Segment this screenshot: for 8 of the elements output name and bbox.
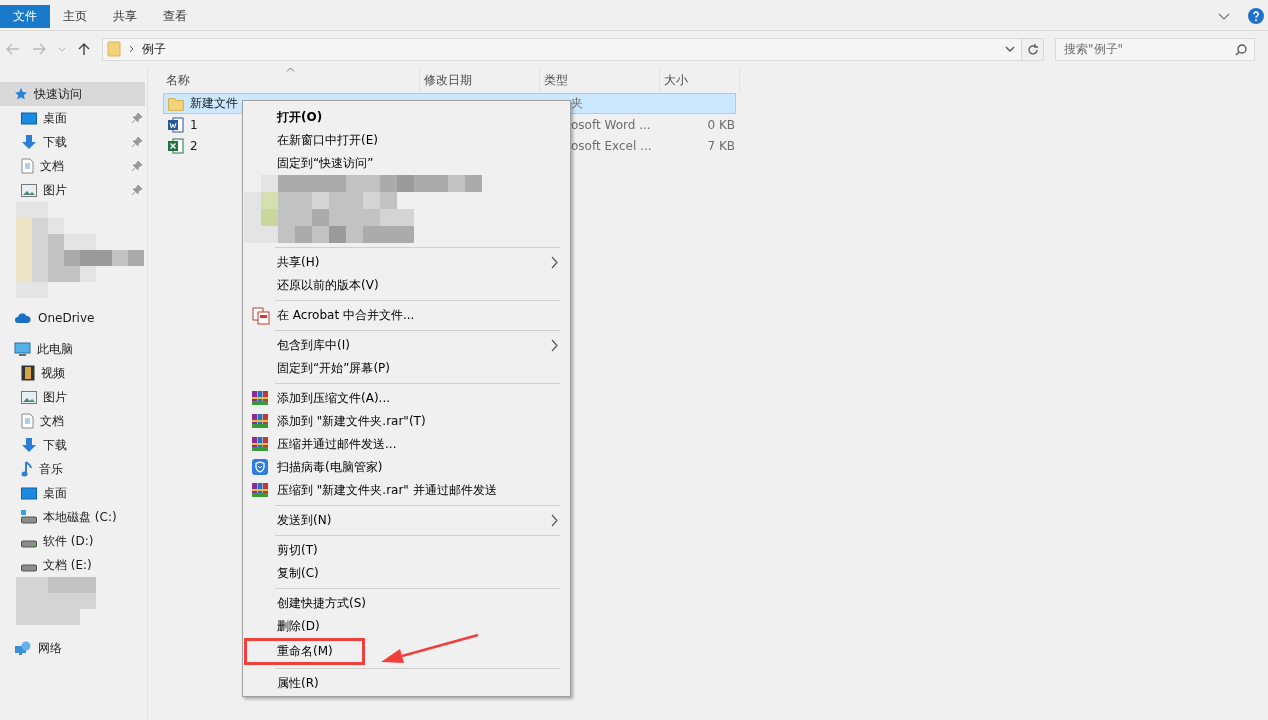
file-name: 1 <box>190 117 198 132</box>
file-type: osoft Excel ... <box>571 138 652 153</box>
file-size: 0 KB <box>707 117 735 132</box>
file-name: 新建文件 <box>190 95 238 112</box>
file-type: 夹 <box>571 96 583 110</box>
file-size: 7 KB <box>707 138 735 153</box>
file-type: osoft Word ... <box>571 117 651 132</box>
file-name: 2 <box>190 138 198 153</box>
